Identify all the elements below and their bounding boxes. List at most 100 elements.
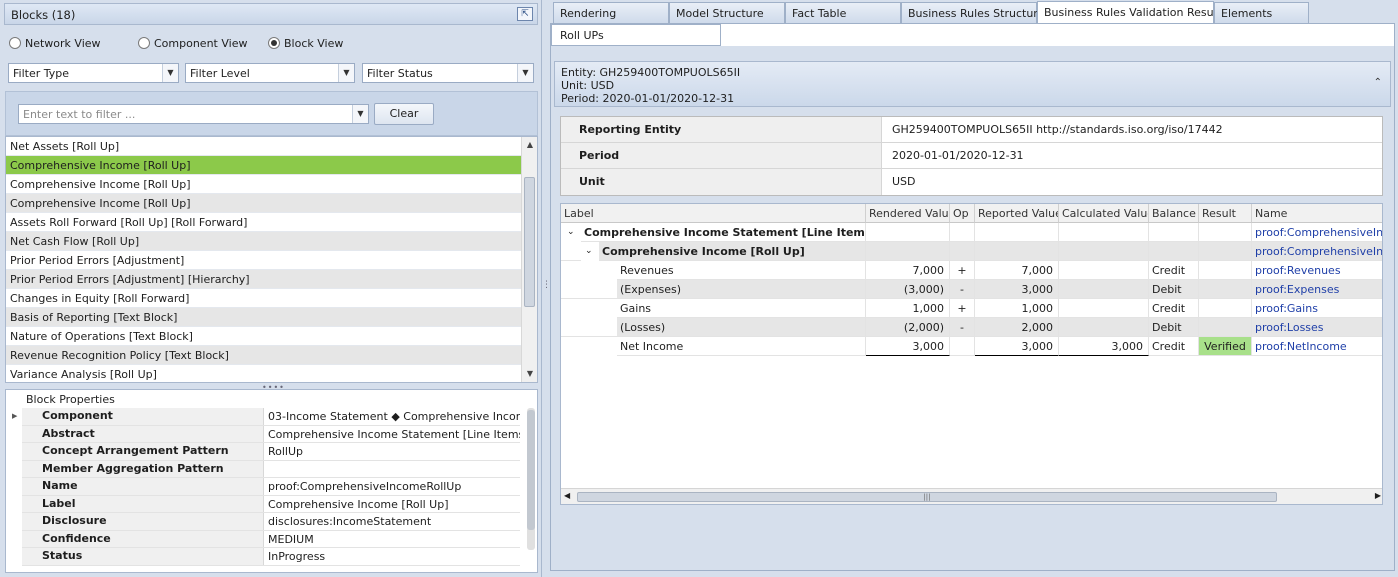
info-value: 2020-01-01/2020-12-31 xyxy=(892,149,1024,162)
column-header-reported-value[interactable]: Reported Value xyxy=(975,204,1059,223)
tab-model-structure[interactable]: Model Structure xyxy=(669,2,785,23)
name-link[interactable]: proof:Gains xyxy=(1252,299,1382,318)
op-value: + xyxy=(950,261,975,280)
network-view-radio[interactable]: Network View xyxy=(9,36,101,50)
expand-icon[interactable]: ▶ xyxy=(12,412,17,420)
column-header-rendered-value[interactable]: Rendered Value xyxy=(866,204,950,223)
scrollbar-thumb[interactable] xyxy=(527,410,535,530)
results-panel: Rendering Model Structure Fact Table Bus… xyxy=(548,0,1398,577)
property-row[interactable]: Disclosure disclosures:IncomeStatement xyxy=(22,513,520,531)
list-item[interactable]: Revenue Recognition Policy [Text Block] xyxy=(6,346,522,365)
list-scrollbar[interactable]: ▲ ▼ xyxy=(521,137,537,382)
grid-cell xyxy=(1059,242,1149,261)
scroll-down-icon[interactable]: ▼ xyxy=(522,366,537,382)
table-row[interactable]: Revenues 7,000 + 7,000 Credit proof:Reve… xyxy=(561,261,1382,280)
chevron-down-icon[interactable]: ⌄ xyxy=(585,242,593,261)
rollup-grid: Label Rendered Value Op Reported Value C… xyxy=(560,203,1383,505)
scroll-up-icon[interactable]: ▲ xyxy=(522,137,537,153)
property-row[interactable]: Label Comprehensive Income [Roll Up] xyxy=(22,495,520,513)
column-header-result[interactable]: Result xyxy=(1199,204,1252,223)
scrollbar-thumb[interactable] xyxy=(524,177,535,307)
op-value: - xyxy=(950,318,975,337)
tab-business-rules-validation-results[interactable]: Business Rules Validation Results xyxy=(1037,1,1227,23)
property-row[interactable]: Member Aggregation Pattern xyxy=(22,460,520,478)
name-link[interactable]: proof:ComprehensiveIncom xyxy=(1252,223,1382,242)
property-row[interactable]: Abstract Comprehensive Income Statement … xyxy=(22,425,520,443)
name-link[interactable]: proof:Losses xyxy=(1252,318,1382,337)
filter-status-select[interactable]: Filter Status ▼ xyxy=(362,63,534,83)
scrollbar-thumb[interactable]: ||| xyxy=(577,492,1277,502)
row-label: Net Income xyxy=(617,337,866,356)
property-row[interactable]: ▶ Component 03-Income Statement ◆ Compre… xyxy=(12,408,520,426)
property-value: 03-Income Statement ◆ Comprehensive Inco… xyxy=(268,410,520,423)
column-header-calculated-value[interactable]: Calculated Value xyxy=(1059,204,1149,223)
name-link[interactable]: proof:ComprehensiveIncom xyxy=(1252,242,1382,261)
radio-selected-icon xyxy=(268,37,280,49)
info-key: Period xyxy=(561,143,882,168)
chevron-down-icon[interactable]: ⌄ xyxy=(567,223,575,242)
grid-horizontal-scrollbar[interactable]: ◀ ||| ▶ xyxy=(561,488,1382,504)
tab-rendering[interactable]: Rendering xyxy=(553,2,669,23)
name-link[interactable]: proof:Expenses xyxy=(1252,280,1382,299)
subtab-roll-ups[interactable]: Roll UPs xyxy=(551,24,721,46)
list-item-selected[interactable]: Comprehensive Income [Roll Up] xyxy=(6,156,522,175)
reported-value: 3,000 xyxy=(975,337,1059,356)
tab-fact-table[interactable]: Fact Table xyxy=(785,2,901,23)
clear-button[interactable]: Clear xyxy=(374,103,434,125)
list-item[interactable]: Prior Period Errors [Adjustment] [Hierar… xyxy=(6,270,522,289)
group-row[interactable]: ⌄ Comprehensive Income [Roll Up] proof:C… xyxy=(561,242,1382,261)
list-item[interactable]: Net Cash Flow [Roll Up] xyxy=(6,232,522,251)
name-link[interactable]: proof:Revenues xyxy=(1252,261,1382,280)
list-item[interactable]: Assets Roll Forward [Roll Up] [Roll Forw… xyxy=(6,213,522,232)
list-item[interactable]: Basis of Reporting [Text Block] xyxy=(6,308,522,327)
property-key: Confidence xyxy=(22,530,264,547)
chevron-down-icon[interactable]: ▼ xyxy=(352,105,368,123)
tab-business-rules-structure[interactable]: Business Rules Structure xyxy=(901,2,1044,23)
name-link[interactable]: proof:NetIncome xyxy=(1252,337,1382,356)
properties-scrollbar[interactable] xyxy=(527,408,535,550)
filter-type-select[interactable]: Filter Type ▼ xyxy=(8,63,179,83)
tab-elements[interactable]: Elements xyxy=(1214,2,1309,23)
chevron-down-icon[interactable]: ▼ xyxy=(338,64,354,82)
property-row[interactable]: Name proof:ComprehensiveIncomeRollUp xyxy=(22,478,520,496)
property-value: Comprehensive Income [Roll Up] xyxy=(268,497,449,511)
list-item[interactable]: Comprehensive Income [Roll Up] xyxy=(6,175,522,194)
chevron-down-icon[interactable]: ▼ xyxy=(517,64,533,82)
filter-level-select[interactable]: Filter Level ▼ xyxy=(185,63,355,83)
property-row[interactable]: Confidence MEDIUM xyxy=(22,530,520,548)
column-header-op[interactable]: Op xyxy=(950,204,975,223)
radio-label: Component View xyxy=(154,36,248,50)
property-row[interactable]: Concept Arrangement Pattern RollUp xyxy=(22,443,520,461)
list-item[interactable]: Nature of Operations [Text Block] xyxy=(6,327,522,346)
block-view-radio[interactable]: Block View xyxy=(268,36,343,50)
scroll-right-icon[interactable]: ▶ xyxy=(1375,491,1381,500)
list-item[interactable]: Prior Period Errors [Adjustment] xyxy=(6,251,522,270)
collapse-icon[interactable]: ⌃ xyxy=(1374,76,1382,89)
indent-cell xyxy=(561,318,617,337)
property-row[interactable]: Status InProgress xyxy=(22,548,520,566)
column-header-balance[interactable]: Balance xyxy=(1149,204,1199,223)
pin-icon[interactable]: ⇱ xyxy=(517,7,533,21)
table-row-total[interactable]: Net Income 3,000 3,000 3,000 Credit Veri… xyxy=(561,337,1382,356)
property-value: disclosures:IncomeStatement xyxy=(268,515,432,528)
table-row[interactable]: (Losses) (2,000) - 2,000 Debit proof:Los… xyxy=(561,318,1382,337)
rendered-value: 7,000 xyxy=(866,261,950,280)
grid-cell xyxy=(866,223,950,242)
radio-icon xyxy=(9,37,21,49)
group-row[interactable]: ⌄ Comprehensive Income Statement [Line I… xyxy=(561,223,1382,242)
filter-level-value: Filter Level xyxy=(190,67,250,80)
table-row[interactable]: Gains 1,000 + 1,000 Credit proof:Gains xyxy=(561,299,1382,318)
list-item[interactable]: Changes in Equity [Roll Forward] xyxy=(6,289,522,308)
list-item[interactable]: Variance Analysis [Roll Up] xyxy=(6,365,522,382)
scroll-left-icon[interactable]: ◀ xyxy=(564,491,570,500)
property-value xyxy=(268,461,520,478)
component-view-radio[interactable]: Component View xyxy=(138,36,247,50)
chevron-down-icon[interactable]: ▼ xyxy=(162,64,178,82)
column-header-label[interactable]: Label xyxy=(561,204,866,223)
list-item[interactable]: Net Assets [Roll Up] xyxy=(6,137,522,156)
text-filter-input[interactable]: Enter text to filter ... ▼ xyxy=(18,104,369,124)
column-header-name[interactable]: Name xyxy=(1252,204,1382,223)
table-row[interactable]: (Expenses) (3,000) - 3,000 Debit proof:E… xyxy=(561,280,1382,299)
list-item[interactable]: Comprehensive Income [Roll Up] xyxy=(6,194,522,213)
op-value: - xyxy=(950,280,975,299)
